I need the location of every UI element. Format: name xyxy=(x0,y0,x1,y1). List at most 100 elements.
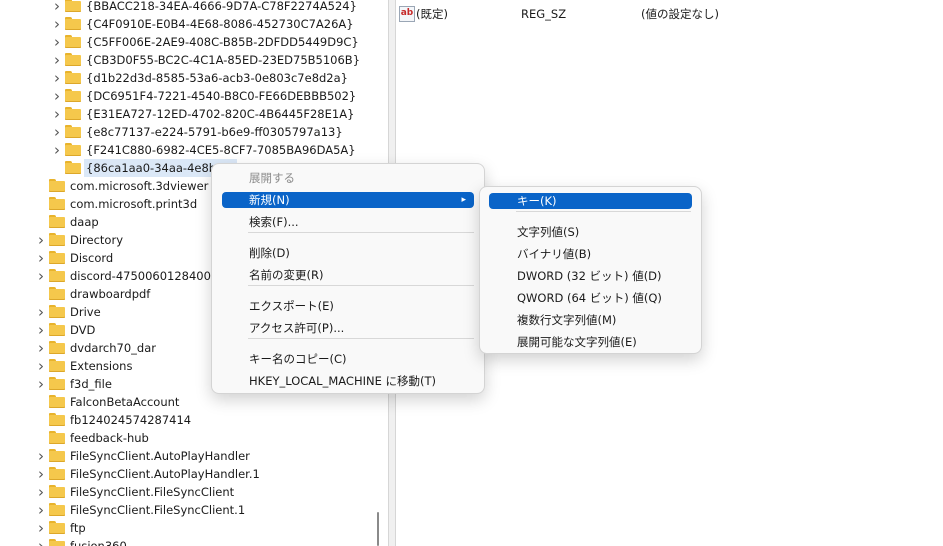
submenu-item[interactable]: DWORD (32 ビット) 値(D) xyxy=(489,268,692,284)
tree-item[interactable]: › {CB3D0F55-BC2C-4C1A-85ED-23ED75B5106B} xyxy=(0,51,372,69)
scrollbar-thumb[interactable] xyxy=(377,512,379,546)
folder-icon xyxy=(49,395,65,408)
tree-item[interactable]: › ftp xyxy=(0,519,372,537)
folder-icon xyxy=(65,125,81,138)
context-menu-item[interactable]: エクスポート(E) xyxy=(222,298,474,314)
context-menu-item[interactable]: HKEY_LOCAL_MACHINE に移動(T) xyxy=(222,373,474,389)
chevron-right-icon[interactable]: › xyxy=(36,483,46,501)
chevron-right-icon[interactable]: › xyxy=(36,339,46,357)
menu-separator xyxy=(248,232,474,233)
context-menu-item[interactable]: アクセス許可(P)... xyxy=(222,320,474,336)
folder-icon xyxy=(49,197,65,210)
folder-icon xyxy=(49,215,65,228)
context-menu-item-label: 名前の変更(R) xyxy=(249,268,324,282)
chevron-right-icon[interactable]: › xyxy=(36,501,46,519)
tree-item[interactable]: feedback-hub xyxy=(0,429,372,447)
folder-icon xyxy=(49,449,65,462)
value-row[interactable]: ab (既定) REG_SZ (値の設定なし) xyxy=(396,5,936,23)
chevron-right-icon[interactable]: › xyxy=(36,537,46,546)
folder-icon xyxy=(49,377,65,390)
tree-item-label: {C4F0910E-E0B4-4E68-8086-452730C7A26A} xyxy=(86,17,354,31)
tree-item-label: com.microsoft.3dviewer xyxy=(70,179,209,193)
folder-icon xyxy=(49,287,65,300)
context-menu-item[interactable]: 新規(N) ▸ xyxy=(222,192,474,208)
tree-item[interactable]: › {d1b22d3d-8585-53a6-acb3-0e803c7e8d2a} xyxy=(0,69,372,87)
context-menu-item[interactable]: キー名のコピー(C) xyxy=(222,351,474,367)
tree-item-label: FileSyncClient.AutoPlayHandler.1 xyxy=(70,467,260,481)
chevron-right-icon[interactable]: › xyxy=(36,321,46,339)
submenu-item[interactable]: 文字列値(S) xyxy=(489,224,692,240)
submenu-item[interactable]: QWORD (64 ビット) 値(Q) xyxy=(489,290,692,306)
value-type: REG_SZ xyxy=(521,7,567,21)
folder-icon xyxy=(65,161,81,174)
context-menu-item-label: 新規(N) xyxy=(249,193,290,207)
chevron-right-icon[interactable]: › xyxy=(36,447,46,465)
chevron-right-icon[interactable]: › xyxy=(52,15,62,33)
chevron-right-icon[interactable]: › xyxy=(36,357,46,375)
tree-item-label: Discord xyxy=(70,251,114,265)
folder-icon xyxy=(65,107,81,120)
chevron-right-icon[interactable]: › xyxy=(36,519,46,537)
chevron-right-icon[interactable]: › xyxy=(52,123,62,141)
chevron-right-icon[interactable]: › xyxy=(52,141,62,159)
submenu-item-label: 文字列値(S) xyxy=(517,225,580,239)
tree-item[interactable]: › {E31EA727-12ED-4702-820C-4B6445F28E1A} xyxy=(0,105,372,123)
folder-icon xyxy=(49,341,65,354)
folder-icon xyxy=(49,305,65,318)
folder-icon xyxy=(49,359,65,372)
folder-icon xyxy=(49,431,65,444)
submenu-item[interactable]: バイナリ値(B) xyxy=(489,246,692,262)
submenu-item[interactable]: 展開可能な文字列値(E) xyxy=(489,334,692,350)
chevron-right-icon[interactable]: › xyxy=(52,87,62,105)
chevron-right-icon[interactable]: › xyxy=(52,51,62,69)
tree-item[interactable]: › {C4F0910E-E0B4-4E68-8086-452730C7A26A} xyxy=(0,15,372,33)
tree-item[interactable]: FalconBetaAccount xyxy=(0,393,372,411)
tree-item[interactable]: › {e8c77137-e224-5791-b6e9-ff0305797a13} xyxy=(0,123,372,141)
tree-item[interactable]: › {F241C880-6982-4CE5-8CF7-7085BA96DA5A} xyxy=(0,141,372,159)
chevron-right-icon[interactable]: › xyxy=(52,0,62,15)
tree-item-label: daap xyxy=(70,215,99,229)
folder-icon xyxy=(49,179,65,192)
chevron-right-icon[interactable]: › xyxy=(36,375,46,393)
tree-item-label: Directory xyxy=(70,233,124,247)
tree-item[interactable]: › fusion360 xyxy=(0,537,372,546)
tree-item[interactable]: › {DC6951F4-7221-4540-B8C0-FE66DEBBB502} xyxy=(0,87,372,105)
tree-item-label: Drive xyxy=(70,305,101,319)
tree-item-label: {E31EA727-12ED-4702-820C-4B6445F28E1A} xyxy=(86,107,355,121)
submenu-item-label: キー(K) xyxy=(517,194,557,208)
tree-item-label: fb124024574287414 xyxy=(70,413,192,427)
tree-item-label: com.microsoft.print3d xyxy=(70,197,198,211)
context-menu-item[interactable]: 名前の変更(R) xyxy=(222,267,474,283)
context-menu-item-label: アクセス許可(P)... xyxy=(249,321,345,335)
chevron-right-icon[interactable]: › xyxy=(52,33,62,51)
context-menu-item: 展開する xyxy=(222,170,474,186)
menu-separator xyxy=(516,211,691,212)
context-menu-item-label: 展開する xyxy=(249,171,295,185)
submenu-item[interactable]: 複数行文字列値(M) xyxy=(489,312,692,328)
chevron-right-icon[interactable]: › xyxy=(36,465,46,483)
tree-item-label: FileSyncClient.FileSyncClient xyxy=(70,485,235,499)
context-menu-item-label: HKEY_LOCAL_MACHINE に移動(T) xyxy=(249,374,437,388)
tree-item-label: ftp xyxy=(70,521,86,535)
tree-item-label: {e8c77137-e224-5791-b6e9-ff0305797a13} xyxy=(86,125,343,139)
tree-item[interactable]: › FileSyncClient.AutoPlayHandler xyxy=(0,447,372,465)
context-menu-item[interactable]: 検索(F)... xyxy=(222,214,474,230)
submenu-item[interactable]: キー(K) xyxy=(489,193,692,209)
chevron-right-icon[interactable]: › xyxy=(36,231,46,249)
tree-item[interactable]: › FileSyncClient.FileSyncClient xyxy=(0,483,372,501)
tree-item-label: Extensions xyxy=(70,359,133,373)
tree-item[interactable]: fb124024574287414 xyxy=(0,411,372,429)
tree-item[interactable]: › FileSyncClient.AutoPlayHandler.1 xyxy=(0,465,372,483)
folder-icon xyxy=(65,0,81,12)
chevron-right-icon[interactable]: › xyxy=(36,249,46,267)
chevron-right-icon[interactable]: › xyxy=(36,267,46,285)
menu-separator xyxy=(248,285,474,286)
chevron-right-icon[interactable]: › xyxy=(52,69,62,87)
tree-item[interactable]: › FileSyncClient.FileSyncClient.1 xyxy=(0,501,372,519)
chevron-right-icon[interactable]: › xyxy=(52,105,62,123)
context-menu-item[interactable]: 削除(D) xyxy=(222,245,474,261)
value-data: (値の設定なし) xyxy=(641,7,719,21)
tree-item[interactable]: › {C5FF006E-2AE9-408C-B85B-2DFDD5449D9C} xyxy=(0,33,372,51)
chevron-right-icon[interactable]: › xyxy=(36,303,46,321)
tree-item[interactable]: › {BBACC218-34EA-4666-9D7A-C78F2274A524} xyxy=(0,0,372,15)
